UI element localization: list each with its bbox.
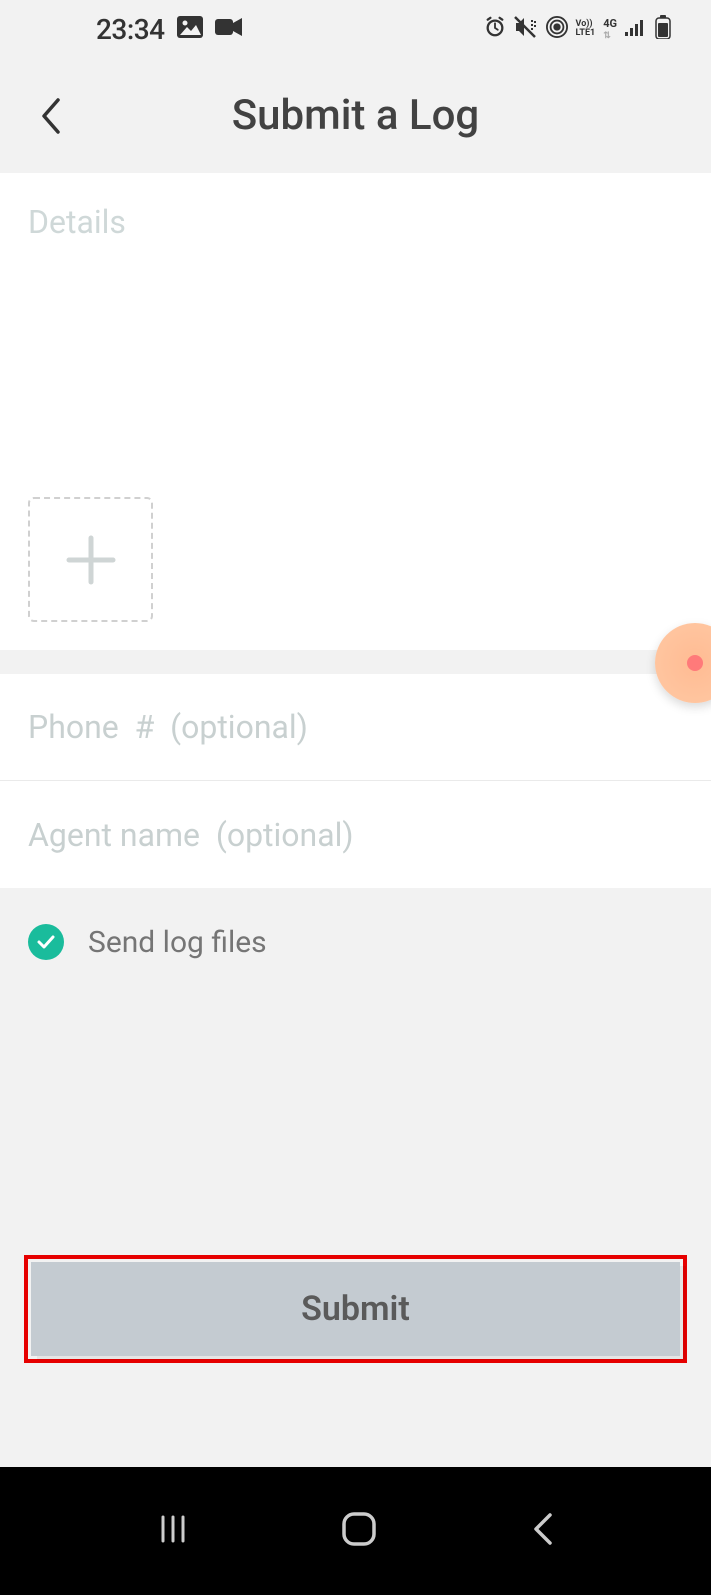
phone-row [0,674,711,781]
nav-back-icon [528,1511,556,1547]
agent-row [0,781,711,888]
chevron-left-icon [38,96,62,136]
submit-highlight-box: Submit [24,1255,687,1363]
signal-icon [625,18,647,40]
back-button[interactable] [30,96,70,136]
mute-vibrate-icon [514,16,538,42]
recents-icon [155,1511,191,1547]
status-left-group: 23:34 [96,13,243,46]
submit-area: Submit [24,1255,687,1363]
network-4g-icon: 4G⇅ [603,18,617,41]
section-divider [0,650,711,674]
gallery-icon [177,16,203,42]
status-right-group: Vo))LTE1 4G⇅ [484,15,671,43]
header: Submit a Log [0,58,711,173]
agent-name-input[interactable] [28,816,683,854]
home-icon [340,1510,378,1548]
home-button[interactable] [340,1510,378,1552]
plus-icon [63,532,119,588]
submit-button[interactable]: Submit [31,1262,680,1356]
alarm-icon [484,16,506,42]
record-dot-icon [687,655,703,671]
send-logs-checkbox[interactable] [28,924,64,960]
nav-back-button[interactable] [528,1511,556,1551]
android-nav-bar [0,1467,711,1595]
phone-input[interactable] [28,708,683,746]
status-time: 23:34 [96,13,165,46]
volte-icon: Vo))LTE1 [576,20,596,38]
video-icon [215,17,243,41]
hotspot-icon [546,16,568,42]
status-bar: 23:34 Vo))LTE1 4G⇅ [0,0,711,58]
recents-button[interactable] [155,1511,191,1551]
check-icon [36,934,56,950]
page-title: Submit a Log [0,91,711,140]
send-logs-row[interactable]: Send log files [0,888,711,996]
battery-icon [655,15,671,43]
details-textarea[interactable] [28,203,683,483]
send-logs-label: Send log files [88,925,267,960]
section-details [0,173,711,650]
add-attachment-button[interactable] [28,497,153,622]
section-inputs [0,674,711,888]
